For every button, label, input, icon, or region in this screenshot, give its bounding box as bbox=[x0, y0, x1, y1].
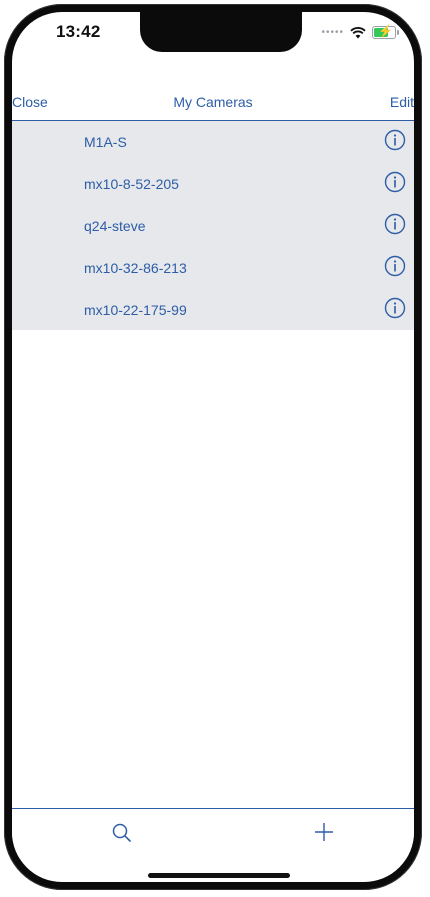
info-icon[interactable] bbox=[384, 213, 406, 235]
plus-icon[interactable] bbox=[312, 820, 336, 844]
page-title: My Cameras bbox=[173, 94, 253, 110]
screen: 13:42 ••••• ⚡ Close My Cameras Edit M1A-… bbox=[12, 12, 414, 882]
status-icons: ••••• ⚡ bbox=[321, 24, 399, 39]
signal-dots-icon: ••••• bbox=[321, 27, 344, 38]
camera-name: mx10-22-175-99 bbox=[84, 302, 187, 318]
camera-row[interactable]: M1A-S bbox=[12, 121, 414, 163]
info-icon[interactable] bbox=[384, 171, 406, 193]
camera-row[interactable]: q24-steve bbox=[12, 205, 414, 247]
edit-button[interactable]: Edit bbox=[390, 94, 414, 110]
camera-list: M1A-S mx10-8-52-205 q24-steve mx10-32-86… bbox=[12, 121, 414, 330]
camera-name: q24-steve bbox=[84, 218, 146, 234]
camera-name: M1A-S bbox=[84, 134, 127, 150]
bolt-icon: ⚡ bbox=[378, 24, 393, 38]
info-icon[interactable] bbox=[384, 297, 406, 319]
camera-row[interactable]: mx10-22-175-99 bbox=[12, 289, 414, 331]
info-icon[interactable] bbox=[384, 255, 406, 277]
camera-row[interactable]: mx10-32-86-213 bbox=[12, 247, 414, 289]
bottom-toolbar bbox=[12, 808, 414, 859]
status-time: 13:42 bbox=[56, 22, 101, 41]
camera-row[interactable]: mx10-8-52-205 bbox=[12, 163, 414, 205]
battery-charging-icon: ⚡ bbox=[372, 24, 399, 39]
wifi-icon bbox=[350, 26, 366, 38]
search-icon[interactable] bbox=[110, 821, 134, 845]
info-icon[interactable] bbox=[384, 129, 406, 151]
camera-name: mx10-8-52-205 bbox=[84, 176, 179, 192]
notch bbox=[140, 12, 302, 52]
navigation-bar: Close My Cameras Edit bbox=[12, 84, 414, 121]
phone-frame: 13:42 ••••• ⚡ Close My Cameras Edit M1A-… bbox=[4, 4, 422, 890]
camera-name: mx10-32-86-213 bbox=[84, 260, 187, 276]
home-indicator[interactable] bbox=[148, 873, 290, 878]
